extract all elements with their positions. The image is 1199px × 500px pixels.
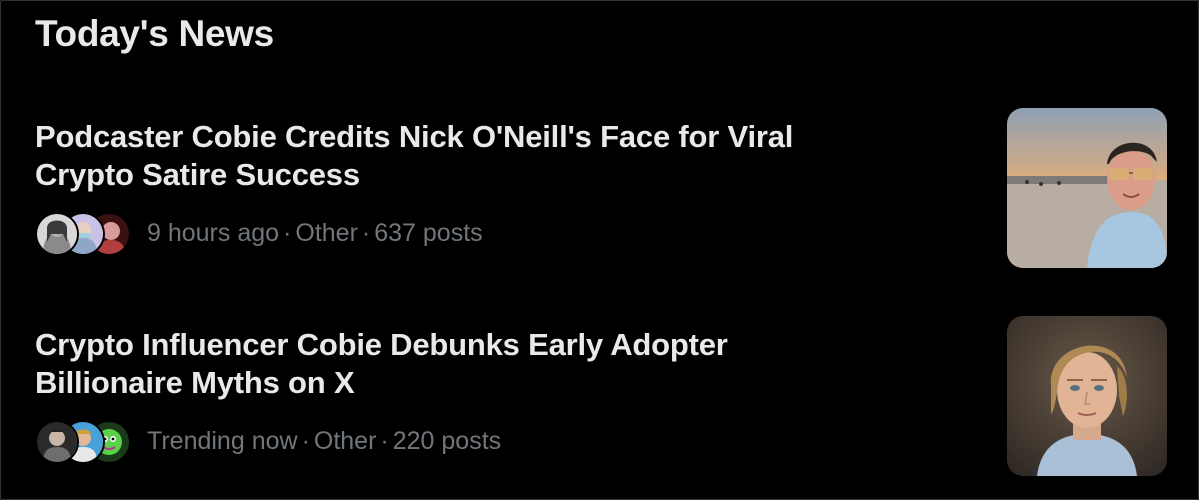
news-item[interactable]: Podcaster Cobie Credits Nick O'Neill's F… xyxy=(1,106,1199,286)
separator: · xyxy=(283,218,292,247)
news-meta-text: Trending now · Other · 220 posts xyxy=(147,427,501,456)
avatar xyxy=(35,420,79,464)
avatar xyxy=(35,212,79,256)
news-panel: Today's News Podcaster Cobie Credits Nic… xyxy=(0,0,1199,500)
news-thumbnail[interactable] xyxy=(1007,108,1167,268)
news-post-count: 220 posts xyxy=(392,426,502,455)
news-category: Other xyxy=(295,218,358,247)
news-time: 9 hours ago xyxy=(147,218,280,247)
news-meta-text: 9 hours ago · Other · 637 posts xyxy=(147,219,483,248)
headline-line: Billionaire Myths on X xyxy=(35,365,355,400)
avatar-stack xyxy=(35,210,131,256)
avatar-stack xyxy=(35,418,131,464)
headline-line: Crypto Satire Success xyxy=(35,157,360,192)
news-headline[interactable]: Crypto Influencer Cobie Debunks Early Ad… xyxy=(35,326,915,402)
news-thumbnail[interactable] xyxy=(1007,316,1167,476)
headline-line: Podcaster Cobie Credits Nick O'Neill's F… xyxy=(35,119,794,154)
news-meta: 9 hours ago · Other · 637 posts xyxy=(35,210,483,256)
headline-line: Crypto Influencer Cobie Debunks Early Ad… xyxy=(35,327,728,362)
section-title: Today's News xyxy=(35,13,274,54)
separator: · xyxy=(301,426,310,455)
news-item[interactable]: Crypto Influencer Cobie Debunks Early Ad… xyxy=(1,314,1199,494)
news-time: Trending now xyxy=(147,426,298,455)
news-post-count: 637 posts xyxy=(374,218,483,247)
news-category: Other xyxy=(313,426,377,455)
news-headline[interactable]: Podcaster Cobie Credits Nick O'Neill's F… xyxy=(35,118,915,194)
separator: · xyxy=(380,426,389,455)
separator: · xyxy=(361,218,371,247)
news-meta: Trending now · Other · 220 posts xyxy=(35,418,501,464)
